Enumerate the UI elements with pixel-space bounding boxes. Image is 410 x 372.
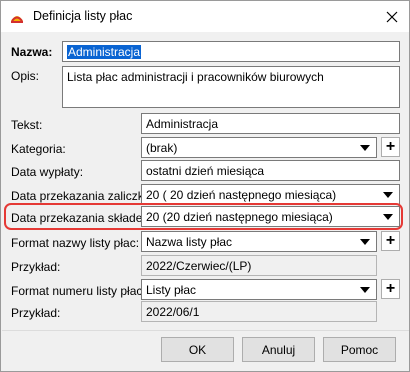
add-format-nazwy-button[interactable]: + xyxy=(381,231,400,251)
format-numeru-value: Listy płac xyxy=(146,282,197,297)
dialog-window: Definicja listy płac Nazwa: Administracj… xyxy=(0,0,410,372)
add-kategoria-button[interactable]: + xyxy=(381,137,400,157)
przyklad-nazwy-field: 2022/Czerwiec/(LP) xyxy=(141,255,377,276)
title-bar[interactable]: Definicja listy płac xyxy=(1,1,409,32)
przyklad-numeru-field: 2022/06/1 xyxy=(141,301,377,322)
format-nazwy-value: Nazwa listy płac xyxy=(146,234,233,249)
chevron-down-icon xyxy=(383,191,393,198)
nazwa-value: Administracja xyxy=(67,44,142,59)
data-zaliczki-select[interactable]: 20 ( 20 dzień następnego miesiąca) xyxy=(141,184,400,205)
data-wyplaty-value: ostatni dzień miesiąca xyxy=(146,163,265,178)
kategoria-value: (brak) xyxy=(146,140,178,155)
przyklad-label: Przykład: xyxy=(11,306,61,320)
cancel-button[interactable]: Anuluj xyxy=(242,337,315,362)
close-icon xyxy=(386,11,398,22)
opis-label: Opis: xyxy=(11,69,40,83)
kategoria-label: Kategoria: xyxy=(11,142,66,156)
data-wyplaty-label: Data wypłaty: xyxy=(11,165,84,179)
nazwa-input[interactable]: Administracja xyxy=(62,41,400,62)
data-zaliczki-label: Data przekazania zaliczki: xyxy=(11,189,150,203)
app-icon xyxy=(11,16,23,23)
format-nazwy-label: Format nazwy listy płac: xyxy=(11,236,140,250)
chevron-down-icon xyxy=(360,286,370,293)
chevron-down-icon xyxy=(360,238,370,245)
data-zaliczki-value: 20 ( 20 dzień następnego miesiąca) xyxy=(146,187,337,202)
add-format-numeru-button[interactable]: + xyxy=(381,279,400,299)
tekst-input[interactable]: Administracja xyxy=(141,113,400,134)
format-nazwy-select[interactable]: Nazwa listy płac xyxy=(141,231,377,252)
chevron-down-icon xyxy=(360,144,370,151)
przyklad-label: Przykład: xyxy=(11,260,61,274)
nazwa-label: Nazwa: xyxy=(11,45,53,59)
format-numeru-select[interactable]: Listy płac xyxy=(141,279,377,300)
data-wyplaty-select[interactable]: ostatni dzień miesiąca xyxy=(141,160,400,181)
kategoria-select[interactable]: (brak) xyxy=(141,137,377,158)
format-numeru-label: Format numeru listy płac: xyxy=(11,284,146,298)
highlight-frame xyxy=(4,203,403,230)
opis-textarea[interactable]: Lista płac administracji i pracowników b… xyxy=(62,66,400,108)
tekst-label: Tekst: xyxy=(11,118,43,132)
help-button[interactable]: Pomoc xyxy=(323,337,396,362)
ok-button[interactable]: OK xyxy=(161,337,234,362)
close-button[interactable] xyxy=(375,1,409,32)
window-title: Definicja listy płac xyxy=(33,9,133,23)
